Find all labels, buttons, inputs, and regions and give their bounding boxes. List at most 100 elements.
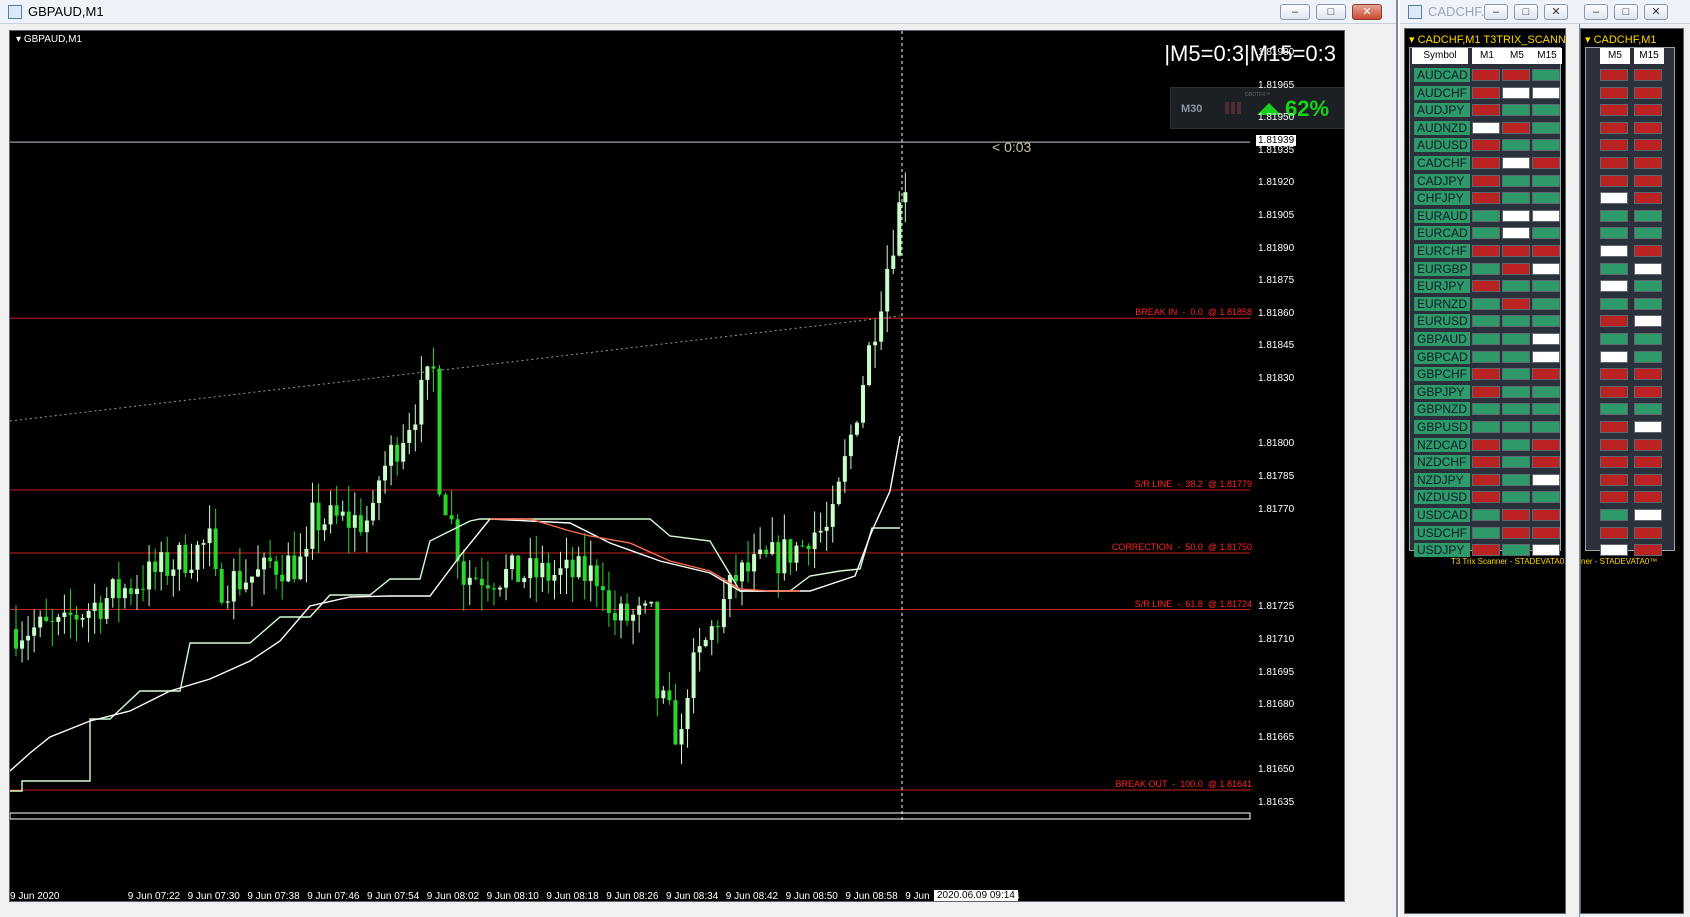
- scanner2-minimize-button[interactable]: –: [1584, 4, 1608, 20]
- candle-body: [395, 444, 400, 462]
- signal-cell: [1532, 473, 1560, 486]
- signal-cell: [1472, 157, 1500, 169]
- candle-body: [637, 605, 642, 615]
- scanner-symbol[interactable]: CADCHF: [1414, 156, 1470, 170]
- scanner-symbol[interactable]: NZDCAD: [1414, 437, 1470, 452]
- price-tick-label: 1.81920: [1258, 177, 1295, 189]
- close-button[interactable]: ✕: [1352, 4, 1382, 20]
- signal-cell: [1472, 121, 1500, 134]
- signal-cell: [1634, 544, 1662, 557]
- candle-body: [370, 502, 375, 521]
- scanner-symbol[interactable]: GBPUSD: [1414, 420, 1470, 434]
- signal-cell: [1502, 227, 1530, 240]
- scanner-symbol[interactable]: GBPCHF: [1414, 367, 1470, 382]
- candle-body: [340, 511, 345, 516]
- scanner-titlebar[interactable]: CADCHF... – □ ✕: [1400, 0, 1580, 24]
- signal-cell: [1502, 421, 1530, 433]
- candle-body: [437, 368, 442, 495]
- scanner-symbol[interactable]: NZDJPY: [1414, 472, 1470, 487]
- candle-body: [746, 562, 751, 572]
- candlestick-plot[interactable]: [10, 31, 1345, 902]
- candle-body: [377, 480, 381, 503]
- signal-cell: [1502, 139, 1530, 152]
- candle-body: [26, 635, 31, 641]
- signal-cell: [1502, 104, 1530, 117]
- scanner-symbol[interactable]: EURAUD: [1414, 208, 1470, 223]
- signal-cell: [1532, 157, 1560, 169]
- scanner-symbol[interactable]: GBPJPY: [1414, 384, 1470, 399]
- candle-body: [20, 640, 25, 649]
- scanner-symbol[interactable]: NZDUSD: [1414, 490, 1470, 505]
- scanner2-header-text: CADCHF,M1: [1593, 34, 1657, 46]
- price-chart[interactable]: ▾ GBPAUD,M1 |M5=0:3|M15=0:3 M30 GBOTFX™ …: [9, 30, 1345, 902]
- scanner-close-button[interactable]: ✕: [1544, 4, 1568, 20]
- scanner-symbol[interactable]: USDCAD: [1414, 508, 1470, 522]
- signal-cell: [1502, 509, 1530, 521]
- candle-body: [758, 549, 763, 555]
- scanner2-close-button[interactable]: ✕: [1644, 4, 1668, 20]
- candle-body: [159, 552, 164, 572]
- signal-cell: [1472, 491, 1500, 504]
- signal-cell: [1502, 245, 1530, 257]
- price-tick-label: 1.81650: [1258, 764, 1295, 776]
- scanner-symbol[interactable]: CHFJPY: [1414, 191, 1470, 206]
- candle-body: [697, 646, 702, 653]
- scanner-symbol[interactable]: USDCHF: [1414, 525, 1470, 540]
- maximize-button[interactable]: □: [1316, 4, 1346, 20]
- chart-scrollbar: [10, 812, 1251, 820]
- scanner-symbol[interactable]: EURJPY: [1414, 279, 1470, 294]
- minimize-button[interactable]: –: [1280, 4, 1310, 20]
- scanner-minimize-button[interactable]: –: [1484, 4, 1508, 20]
- fib-level-label: S/R LINE - 38.2 @ 1.81779: [1134, 478, 1252, 489]
- signal-cell: [1532, 350, 1560, 363]
- scanner-symbol[interactable]: AUDCHF: [1414, 85, 1470, 100]
- scanner-maximize-button[interactable]: □: [1514, 4, 1538, 20]
- scanner-symbol[interactable]: EURGBP: [1414, 261, 1470, 276]
- signal-cell: [1502, 403, 1530, 416]
- candle-body: [249, 576, 254, 583]
- candle-body: [122, 588, 127, 599]
- scanner-symbol[interactable]: AUDCAD: [1414, 68, 1470, 82]
- price-tick-label: 1.81905: [1258, 210, 1295, 222]
- scanner2-titlebar[interactable]: – □ ✕: [1580, 0, 1690, 24]
- scanner-symbol[interactable]: EURNZD: [1414, 296, 1470, 311]
- scanner-symbol[interactable]: AUDJPY: [1414, 103, 1470, 118]
- candle-body: [165, 552, 170, 576]
- candle-body: [848, 434, 853, 457]
- price-tick-label: 1.81695: [1258, 666, 1295, 678]
- signal-cell: [1634, 350, 1662, 363]
- scanner-symbol[interactable]: CADJPY: [1414, 173, 1470, 188]
- candle-body: [740, 562, 744, 582]
- scanner-symbol[interactable]: GBPNZD: [1414, 402, 1470, 417]
- candle-body: [425, 366, 430, 380]
- chart-symbol-label[interactable]: ▾ GBPAUD,M1: [16, 34, 82, 45]
- time-axis[interactable]: 2020.06.09 09:14 4 9 Jun 2020 9 Jun 07:22…: [10, 889, 1344, 902]
- scanner-symbol[interactable]: AUDNZD: [1414, 120, 1470, 135]
- scanner-symbol[interactable]: EURCHF: [1414, 244, 1470, 258]
- scanner-symbol[interactable]: GBPCAD: [1414, 349, 1470, 364]
- candle-body: [177, 544, 182, 570]
- scanner-symbol[interactable]: USDJPY: [1414, 543, 1470, 558]
- signal-cell: [1600, 86, 1628, 99]
- chart-window-titlebar[interactable]: GBPAUD,M1 – □ ✕: [0, 0, 1396, 24]
- signal-cell: [1600, 421, 1628, 433]
- candle-body: [74, 614, 79, 620]
- signal-cell: [1502, 174, 1530, 187]
- scanner2-maximize-button[interactable]: □: [1614, 4, 1638, 20]
- scanner-symbol[interactable]: NZDCHF: [1414, 455, 1470, 470]
- scanner-symbol[interactable]: AUDUSD: [1414, 138, 1470, 153]
- scanner-symbol[interactable]: EURUSD: [1414, 314, 1470, 329]
- candle-body: [879, 311, 884, 342]
- time-tick-label: 9 Jun: [905, 891, 930, 902]
- bar-timer: < 0:03: [992, 139, 1032, 155]
- signal-cell: [1600, 491, 1628, 504]
- candle-body: [776, 542, 781, 574]
- scanner-symbol[interactable]: EURCAD: [1414, 226, 1470, 241]
- price-axis[interactable]: 1.81939 1.81980 1.81965 1.81950 1.81935 1.81…: [1250, 31, 1344, 901]
- candle-body: [171, 569, 176, 576]
- signal-cell: [1472, 421, 1500, 433]
- scanner-symbol[interactable]: GBPAUD: [1414, 332, 1470, 346]
- scanner2-header: ▾ CADCHF,M1: [1585, 34, 1657, 46]
- candle-body: [552, 574, 557, 581]
- signal-cell: [1600, 121, 1628, 134]
